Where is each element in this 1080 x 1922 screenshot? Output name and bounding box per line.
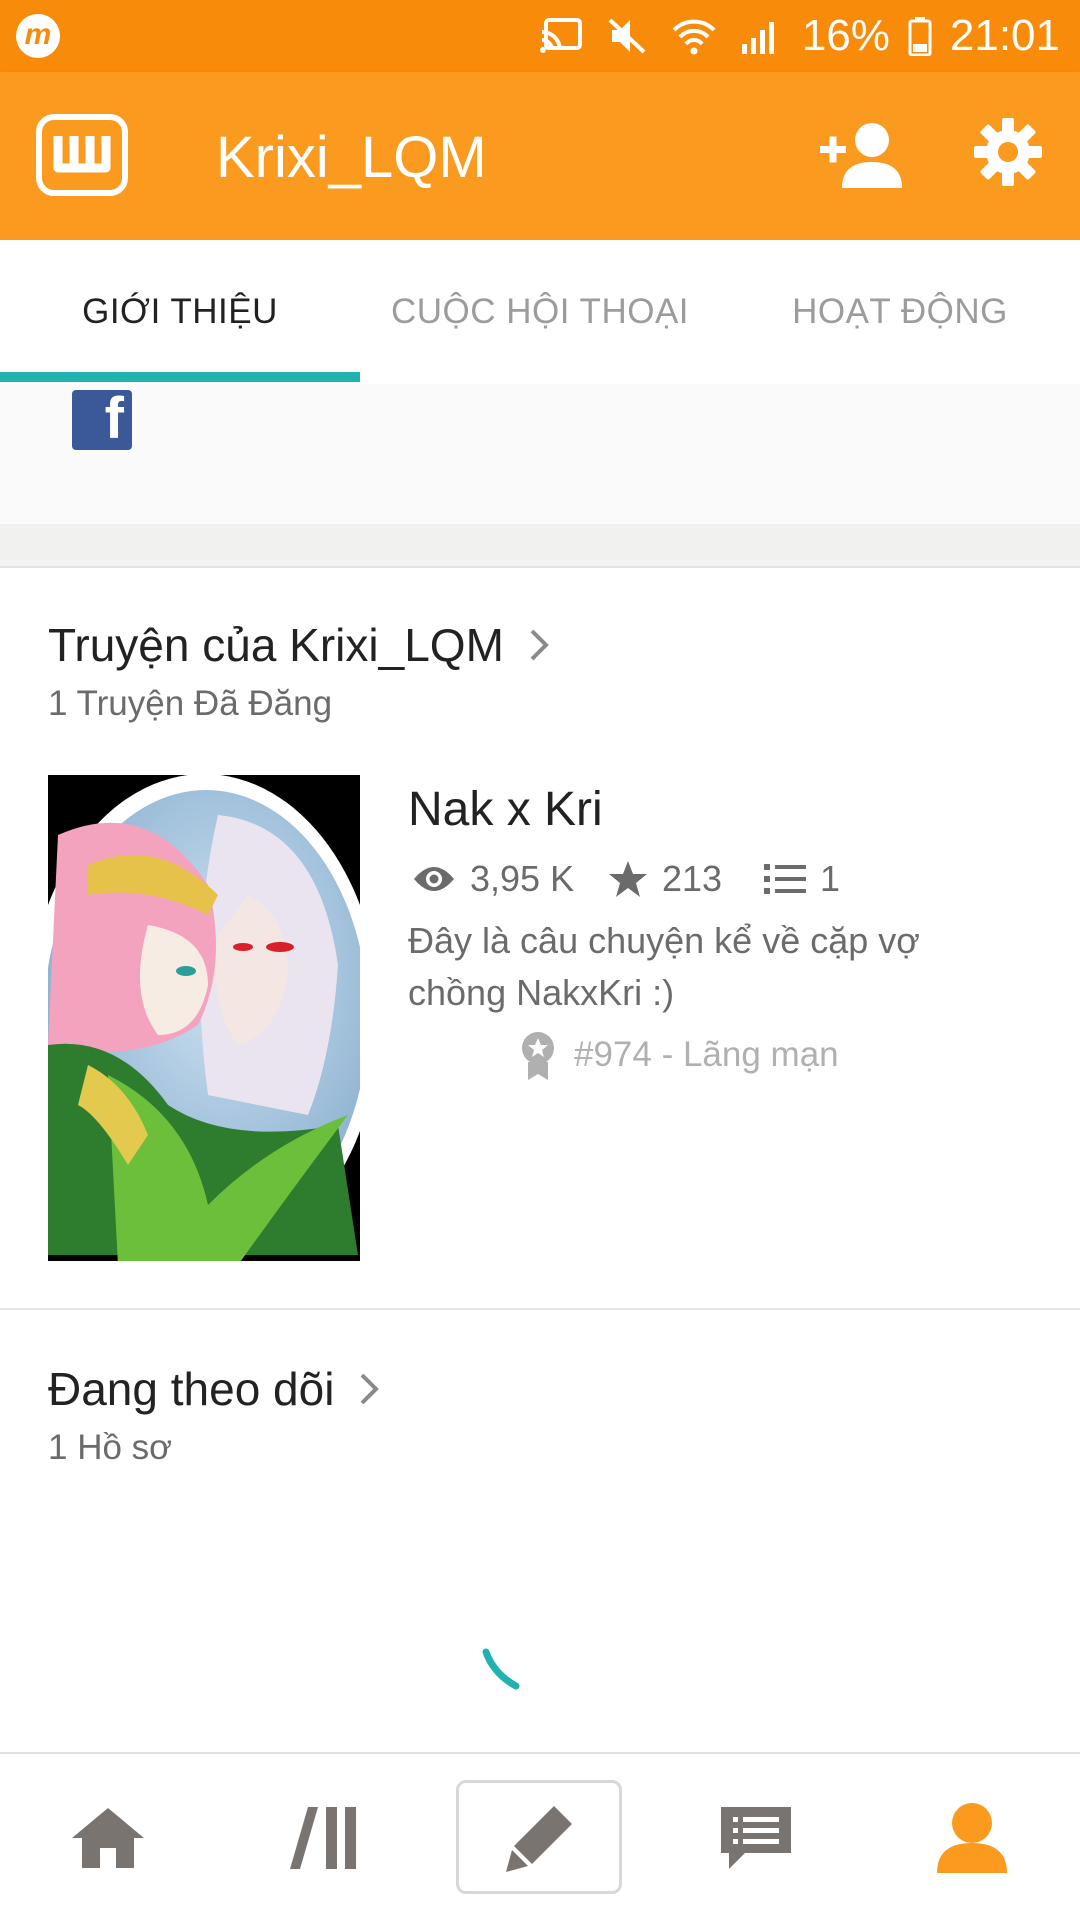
messages-icon [721,1807,791,1869]
status-bar: m 16% 21:01 [0,0,1080,72]
parts-count: 1 [820,858,841,899]
following-header[interactable]: Đang theo dõi [48,1362,380,1416]
rank-badge[interactable]: #974 - Lãng mạn [520,1030,839,1080]
stories-count: 1 Truyện Đã Đăng [48,684,333,723]
story-title[interactable]: Nak x Kri [408,782,603,837]
page-title: Krixi_LQM [216,125,487,190]
divider [0,1308,1080,1310]
home-icon [72,1808,144,1868]
facebook-icon[interactable]: f [72,386,132,451]
nav-messages[interactable] [648,1754,864,1922]
rank-text: #974 - Lãng mạn [574,1035,839,1074]
votes-stat: 213 [608,858,722,900]
story-cover[interactable] [48,775,360,1261]
award-icon [522,1032,554,1080]
write-button-frame [456,1780,622,1894]
tab-bar: GIỚI THIỆU CUỘC HỘI THOẠI HOẠT ĐỘNG [0,240,1080,386]
reads-stat: 3,95 K [412,858,574,900]
library-icon [290,1807,356,1869]
following-title: Đang theo dõi [48,1363,335,1415]
app-bar: Krixi_LQM [0,72,1080,240]
eye-icon [414,867,454,891]
signal-icon [741,22,774,54]
chevron-right-icon [530,629,549,661]
story-description: Đây là câu chuyện kể về cặp vợ chồng Nak… [408,920,920,1013]
nav-profile[interactable] [864,1754,1080,1922]
tab-activity[interactable]: HOẠT ĐỘNG [720,240,1080,384]
wattpad-logo[interactable] [36,114,128,196]
tab-conversations[interactable]: CUỘC HỘI THOẠI [360,240,720,384]
wifi-icon [672,19,716,55]
stories-title: Truyện của Krixi_LQM [48,619,504,671]
nav-home[interactable] [0,1754,216,1922]
tab-indicator [0,372,360,382]
reads-count: 3,95 K [470,858,575,899]
gear-icon[interactable] [972,116,1044,188]
loading-spinner [482,1648,520,1690]
cast-icon [539,18,582,53]
section-separator [0,524,1080,568]
clock: 21:01 [949,11,1060,60]
nav-library[interactable] [216,1754,432,1922]
list-icon [764,864,806,894]
following-count: 1 Hồ sơ [48,1428,173,1467]
parts-stat: 1 [764,858,840,900]
social-links [0,384,1080,524]
profile-icon [937,1803,1007,1873]
star-icon [609,861,647,897]
status-icons: 16% 21:01 [538,0,1060,72]
add-user-icon[interactable] [818,120,902,190]
m-icon: m [16,14,60,58]
battery-percent: 16% [801,11,890,60]
tab-intro[interactable]: GIỚI THIỆU [0,240,360,384]
battery-icon [908,17,932,56]
stories-header[interactable]: Truyện của Krixi_LQM [48,618,550,672]
chevron-right-icon [361,1373,380,1405]
mute-icon [608,18,646,54]
votes-count: 213 [662,858,723,899]
